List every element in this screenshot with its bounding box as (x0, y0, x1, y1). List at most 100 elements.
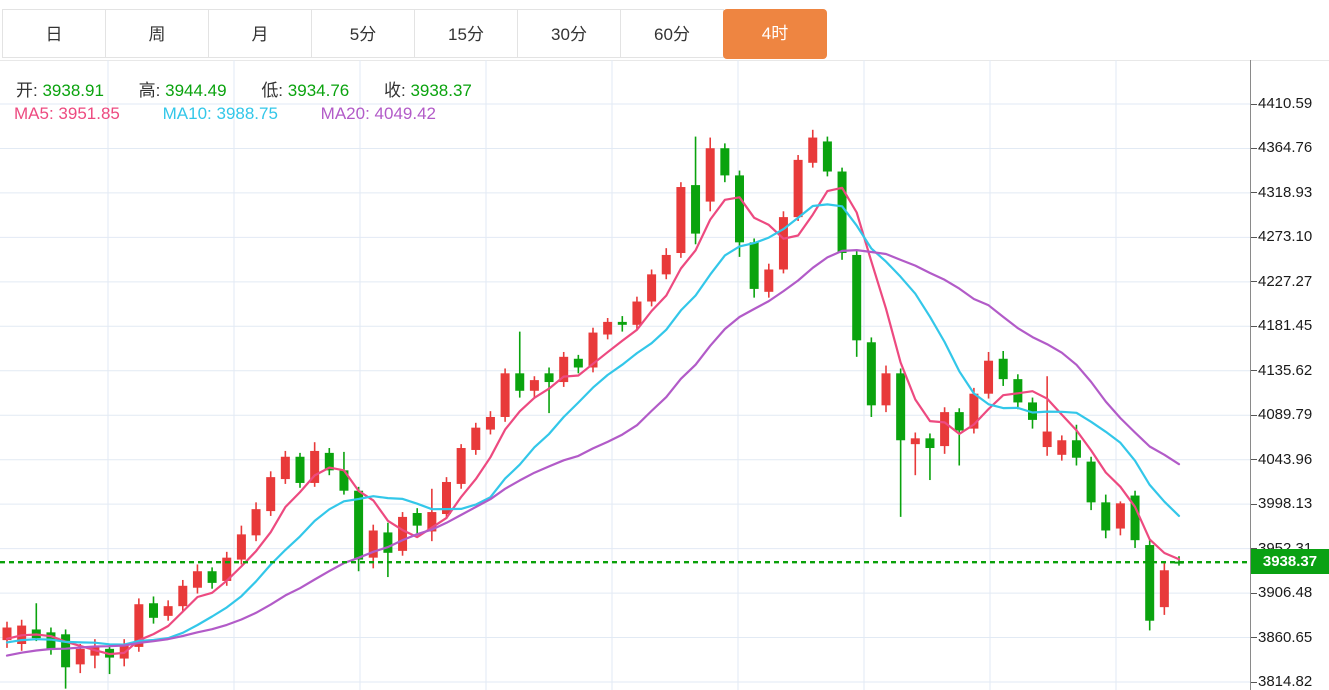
candle-body (984, 361, 993, 394)
current-price-badge: 3938.37 (1251, 549, 1329, 574)
candle-body (867, 342, 876, 405)
ma5-label: MA5: (14, 104, 54, 123)
tab-interval-2[interactable]: 月 (208, 9, 312, 58)
high-label: 高: (139, 81, 161, 100)
ma10-value: 3988.75 (216, 104, 277, 123)
y-axis-tick: 4318.93 (1251, 184, 1312, 202)
candle-body (940, 412, 949, 446)
candle-body (911, 438, 920, 444)
y-axis: 4410.59 4364.76 4318.93 4273.10 4227.27 4181.… (1250, 60, 1329, 690)
candle-body (354, 491, 363, 560)
candle-body (896, 373, 905, 440)
candle-body (149, 603, 158, 618)
y-axis-tick: 4227.27 (1251, 273, 1312, 291)
candle-body (764, 270, 773, 292)
y-axis-tick: 3860.65 (1251, 629, 1312, 647)
candle-body (208, 571, 217, 583)
candle-body (662, 255, 671, 274)
candlestick-chart[interactable] (0, 60, 1250, 690)
candle-body (808, 138, 817, 163)
candle-body (603, 322, 612, 335)
candle-body (1087, 462, 1096, 503)
candle-body (1160, 570, 1169, 607)
y-axis-tick: 4273.10 (1251, 228, 1312, 246)
y-axis-tick: 4181.45 (1251, 317, 1312, 335)
candle-body (925, 438, 934, 448)
candle-body (457, 448, 466, 484)
candle-body (164, 606, 173, 616)
candle-body (296, 457, 305, 483)
ma20-label: MA20: (321, 104, 370, 123)
candle-body (398, 517, 407, 551)
candle-body (471, 428, 480, 450)
candle-body (852, 255, 861, 340)
candle-body (545, 373, 554, 382)
candle-body (1072, 440, 1081, 457)
candle-body (76, 649, 85, 665)
candle-body (252, 509, 261, 535)
ohlc-legend: 开: 3938.91 高: 3944.49 低: 3934.76 收: 3938… (16, 76, 502, 101)
tab-interval-5[interactable]: 30分 (517, 9, 621, 58)
candle-body (706, 148, 715, 201)
close-value: 3938.37 (410, 81, 471, 100)
low-value: 3934.76 (288, 81, 349, 100)
y-axis-tick: 4089.79 (1251, 406, 1312, 424)
candle-body (383, 532, 392, 552)
y-axis-tick: 3998.13 (1251, 495, 1312, 513)
high-value: 3944.49 (165, 81, 226, 100)
candle-body (882, 373, 891, 405)
candle-body (266, 477, 275, 511)
candle-body (574, 359, 583, 368)
candle-body (515, 373, 524, 390)
kline-app: 日周月5分15分30分60分4时 开: 3938.91 高: 3944.49 低… (0, 0, 1329, 690)
candle-body (632, 302, 641, 325)
tab-interval-4[interactable]: 15分 (414, 9, 518, 58)
ma-legend: MA5: 3951.85 MA10: 3988.75 MA20: 4049.42 (14, 104, 474, 124)
tab-interval-1[interactable]: 周 (105, 9, 209, 58)
y-axis-tick: 4135.62 (1251, 362, 1312, 380)
tab-interval-6[interactable]: 60分 (620, 9, 724, 58)
open-value: 3938.91 (42, 81, 103, 100)
candle-body (999, 359, 1008, 379)
y-axis-tick: 4410.59 (1251, 95, 1312, 113)
candle-body (1057, 440, 1066, 455)
y-axis-tick: 3906.48 (1251, 584, 1312, 602)
tab-interval-3[interactable]: 5分 (311, 9, 415, 58)
candle-body (676, 187, 685, 253)
candle-body (823, 141, 832, 171)
candle-body (413, 513, 422, 526)
ma10-line (7, 204, 1179, 644)
candle-body (838, 172, 847, 253)
candle-body (178, 586, 187, 606)
candle-body (486, 417, 495, 430)
candle-body (1043, 432, 1052, 448)
candle-body (779, 217, 788, 269)
candle-body (237, 534, 246, 559)
candle-body (193, 571, 202, 587)
candle-body (1101, 502, 1110, 530)
y-axis-tick: 4364.76 (1251, 139, 1312, 157)
interval-tab-bar: 日周月5分15分30分60分4时 (3, 9, 827, 59)
candle-body (1145, 545, 1154, 621)
tab-interval-7[interactable]: 4时 (723, 9, 827, 59)
candle-body (647, 274, 656, 301)
candle-body (955, 412, 964, 430)
candle-body (720, 148, 729, 175)
ma10-label: MA10: (163, 104, 212, 123)
candle-body (1013, 379, 1022, 402)
candle-body (691, 185, 700, 234)
y-axis-tick: 4043.96 (1251, 451, 1312, 469)
y-axis-tick: 3814.82 (1251, 673, 1312, 690)
candle-body (735, 175, 744, 242)
ma20-value: 4049.42 (375, 104, 436, 123)
candle-body (1116, 503, 1125, 528)
ma5-value: 3951.85 (58, 104, 119, 123)
open-label: 开: (16, 81, 38, 100)
low-label: 低: (261, 81, 283, 100)
candle-body (794, 160, 803, 217)
candle-body (501, 373, 510, 417)
candle-body (750, 242, 759, 289)
candle-body (281, 457, 290, 479)
close-label: 收: (384, 81, 406, 100)
tab-interval-0[interactable]: 日 (2, 9, 106, 58)
